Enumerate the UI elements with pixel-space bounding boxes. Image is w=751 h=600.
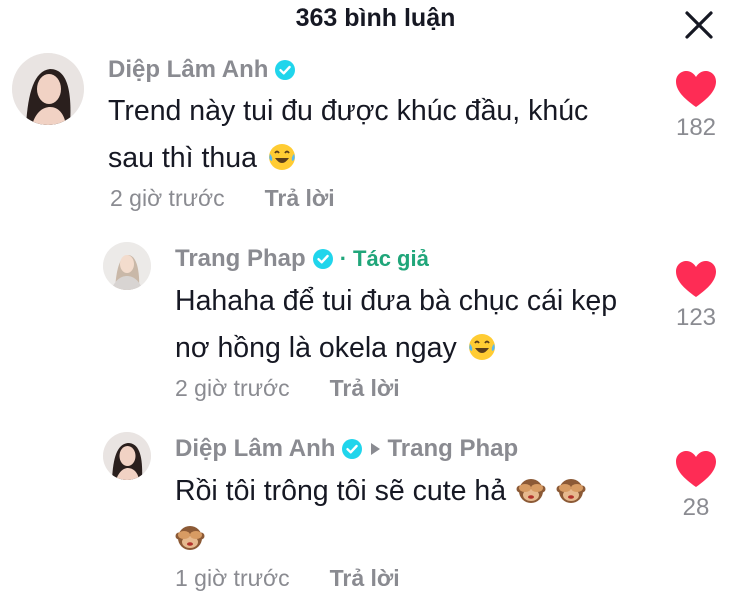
author-name[interactable]: Diệp Lâm Anh [108,56,268,84]
comment-count-title: 363 bình luận [295,4,456,32]
verified-badge-icon [312,249,333,269]
heart-icon [676,71,716,107]
comment-meta: 2 giờ trước Trả lời [110,185,335,212]
verified-badge-icon [275,60,296,80]
author-name[interactable]: Trang Phap [175,245,306,273]
comment-text: Rồi tôi trông tôi sẽ cute hả [175,468,586,562]
like-button[interactable]: 28 [665,450,727,522]
comment-meta: 2 giờ trước Trả lời [175,375,400,402]
face-with-tears-of-joy-icon [468,334,495,360]
close-icon [685,11,713,39]
comment-timestamp: 2 giờ trước [175,375,290,401]
comment-author-row: Trang Phap · Tác giả [175,245,429,273]
avatar-image [12,53,84,125]
comment-author-row: Diệp Lâm Anh [108,56,296,84]
reply-button[interactable]: Trả lời [330,375,400,402]
see-no-evil-monkey-icon [556,479,586,503]
avatar[interactable] [12,53,84,125]
reply-arrow-icon [371,443,381,455]
like-count: 182 [675,114,717,141]
comment-text: Trend này tui đu được khúc đầu, khúc sau… [108,88,588,182]
face-with-tears-of-joy-icon [268,144,295,170]
reply-to-name[interactable]: Trang Phap [387,435,518,463]
like-count: 28 [682,494,710,521]
comment-text-line: Hahaha để tui đưa bà chục cái kẹp [175,285,618,317]
reply-button[interactable]: Trả lời [330,565,400,592]
see-no-evil-monkey-icon [516,479,546,503]
separator-dot: · [339,246,348,271]
avatar-image [103,242,151,290]
comment-author-row: Diệp Lâm Anh Trang Phap [175,435,518,463]
comment-text-line: nơ hồng là okela ngay [175,332,457,364]
comment-timestamp: 2 giờ trước [110,185,225,211]
like-count: 123 [675,304,717,331]
author-name[interactable]: Diệp Lâm Anh [175,435,335,463]
avatar[interactable] [103,432,151,480]
heart-icon [676,451,716,487]
heart-icon [676,261,716,297]
comment-text: Hahaha để tui đưa bà chục cái kẹp nơ hồn… [175,278,617,372]
reply-button[interactable]: Trả lời [265,185,335,212]
close-button[interactable] [682,8,716,42]
see-no-evil-monkey-icon [175,526,205,550]
comment-text-line: Rồi tôi trông tôi sẽ cute hả [175,475,507,507]
comment-text-line: sau thì thua [108,142,257,174]
avatar-image [103,432,151,480]
avatar[interactable] [103,242,151,290]
like-button[interactable]: 182 [665,70,727,142]
author-tag: Tác giả [353,246,429,271]
comment-timestamp: 1 giờ trước [175,565,290,591]
verified-badge-icon [342,439,363,459]
like-button[interactable]: 123 [665,260,727,332]
comment-meta: 1 giờ trước Trả lời [175,565,400,592]
comment-text-line: Trend này tui đu được khúc đầu, khúc [108,95,589,127]
